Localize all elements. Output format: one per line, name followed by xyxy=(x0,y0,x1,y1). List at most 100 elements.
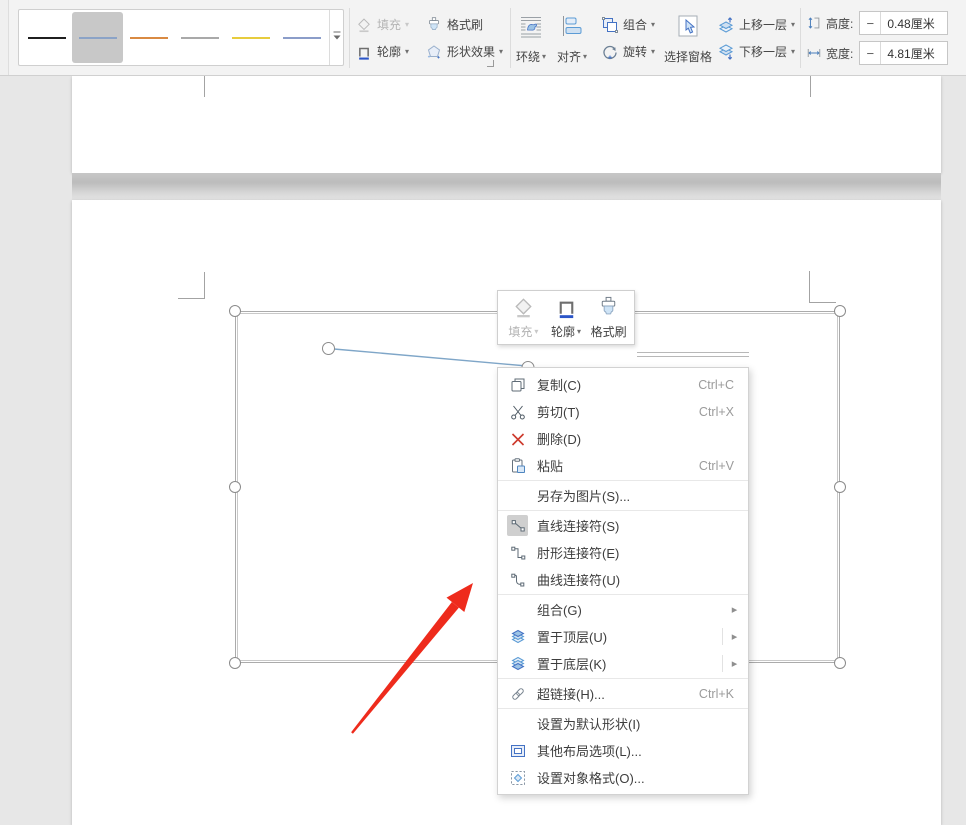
line-style-gray[interactable] xyxy=(174,12,225,63)
elbow-connector-icon xyxy=(507,542,528,563)
group-icon xyxy=(601,16,619,34)
resize-handle-middle-right[interactable] xyxy=(834,481,846,493)
format-painter-label: 格式刷 xyxy=(447,16,483,33)
margin-mark xyxy=(204,272,205,299)
menu-item-label: 超链接(H)... xyxy=(537,684,699,703)
menu-item-hyperlink[interactable]: 超链接(H)...Ctrl+K xyxy=(498,680,748,707)
paste-icon xyxy=(507,455,528,476)
width-spinner: − xyxy=(859,41,948,65)
line-style-swatches xyxy=(19,10,329,65)
menu-item-curve-connector[interactable]: 曲线连接符(U) xyxy=(498,566,748,593)
menu-item-label: 设置为默认形状(I) xyxy=(537,714,740,733)
menu-item-label: 删除(D) xyxy=(537,429,740,448)
menu-item-save-as-picture[interactable]: 另存为图片(S)... xyxy=(498,482,748,509)
rotate-button[interactable]: 旋转 ▾ xyxy=(598,39,658,64)
copy-icon xyxy=(507,374,528,395)
drawing-tools-ribbon: ▾ 填充 ▾ 轮廓 ▾ 格式刷 形状效果 ▾ xyxy=(0,0,966,76)
menu-item-bring-to-front[interactable]: 置于顶层(U)▸ xyxy=(498,623,748,650)
mini-fill-button[interactable]: 填充▾ xyxy=(502,294,545,341)
width-icon xyxy=(806,45,822,61)
menu-item-send-to-back[interactable]: 置于底层(K)▸ xyxy=(498,650,748,677)
mini-fill-label: 填充 xyxy=(508,323,532,340)
menu-item-label: 置于底层(K) xyxy=(537,654,722,673)
mini-outline-button[interactable]: 轮廓▾ xyxy=(545,294,588,341)
menu-item-label: 粘贴 xyxy=(537,456,699,475)
line-style-steel-blue[interactable] xyxy=(72,12,123,63)
menu-item-shortcut: Ctrl+C xyxy=(698,378,734,392)
menu-item-set-default-shape[interactable]: 设置为默认形状(I) xyxy=(498,710,748,737)
width-label: 宽度: xyxy=(826,45,853,62)
menu-item-shortcut: Ctrl+X xyxy=(699,405,734,419)
chevron-down-icon: ▾ xyxy=(499,48,503,56)
resize-handle-top-right[interactable] xyxy=(834,305,846,317)
ribbon-left-edge: ▾ xyxy=(0,0,9,75)
bring-forward-label: 上移一层 xyxy=(739,16,787,33)
menu-item-label: 直线连接符(S) xyxy=(537,516,740,535)
width-input[interactable] xyxy=(881,46,945,60)
format-painter-icon xyxy=(425,16,443,34)
margin-mark xyxy=(178,298,205,299)
resize-handle-top-left[interactable] xyxy=(229,305,241,317)
outline-button[interactable]: 轮廓 ▾ xyxy=(352,39,412,64)
menu-item-paste[interactable]: 粘贴Ctrl+V xyxy=(498,452,748,479)
menu-item-shortcut: Ctrl+K xyxy=(699,687,734,701)
align-icon xyxy=(559,13,585,39)
line-style-black[interactable] xyxy=(21,12,72,63)
outline-icon xyxy=(554,295,579,320)
bring-forward-button[interactable]: 上移一层 ▾ xyxy=(714,12,798,37)
resize-handle-middle-left[interactable] xyxy=(229,481,241,493)
line-style-blue[interactable] xyxy=(276,12,327,63)
selection-pane-button[interactable]: 选择窗格 xyxy=(659,10,717,68)
fill-label: 填充 xyxy=(377,16,401,33)
group-corner-mark xyxy=(487,60,494,67)
menu-item-straight-connector[interactable]: 直线连接符(S) xyxy=(498,512,748,539)
menu-item-format-object[interactable]: 设置对象格式(O)... xyxy=(498,764,748,791)
menu-separator xyxy=(498,480,748,481)
send-backward-button[interactable]: 下移一层 ▾ xyxy=(714,39,798,64)
chevron-down-icon: ▾ xyxy=(651,21,655,29)
mini-format-painter-label: 格式刷 xyxy=(591,323,627,340)
fill-button[interactable]: 填充 ▾ xyxy=(352,12,412,37)
resize-handle-bottom-right[interactable] xyxy=(834,657,846,669)
line-style-orange[interactable] xyxy=(123,12,174,63)
menu-item-copy[interactable]: 复制(C)Ctrl+C xyxy=(498,371,748,398)
selection-pane-label: 选择窗格 xyxy=(664,48,712,65)
menu-icon-placeholder xyxy=(507,599,528,620)
chevron-down-icon: ▾ xyxy=(534,328,538,336)
hyperlink-icon xyxy=(507,683,528,704)
menu-item-label: 设置对象格式(O)... xyxy=(537,768,740,787)
mini-format-painter-button[interactable]: 格式刷 xyxy=(587,294,630,341)
margin-mark xyxy=(204,76,205,97)
line-style-yellow[interactable] xyxy=(225,12,276,63)
line-style-steel-blue-line xyxy=(79,37,117,39)
wrap-button[interactable]: 环绕▾ xyxy=(508,10,554,68)
bring-forward-icon xyxy=(717,16,735,34)
selection-pane-icon xyxy=(675,13,701,39)
menu-item-delete[interactable]: 删除(D) xyxy=(498,425,748,452)
submenu-arrow-icon: ▸ xyxy=(729,603,740,616)
wrap-icon xyxy=(518,13,544,39)
menu-item-label: 另存为图片(S)... xyxy=(537,486,740,505)
gallery-more-button[interactable] xyxy=(329,10,343,65)
rotate-icon xyxy=(601,43,619,61)
delete-icon xyxy=(507,428,528,449)
menu-item-group[interactable]: 组合(G)▸ xyxy=(498,596,748,623)
align-button[interactable]: 对齐▾ xyxy=(551,10,593,68)
submenu-divider xyxy=(722,628,723,645)
margin-mark xyxy=(810,76,811,97)
width-field-row: 宽度: − xyxy=(806,40,948,66)
submenu-arrow-icon: ▸ xyxy=(729,630,740,643)
layout-options-icon xyxy=(507,740,528,761)
height-decrement-button[interactable]: − xyxy=(860,12,881,34)
group-button[interactable]: 组合 ▾ xyxy=(598,12,658,37)
resize-handle-bottom-left[interactable] xyxy=(229,657,241,669)
width-decrement-button[interactable]: − xyxy=(860,42,881,64)
height-input[interactable] xyxy=(881,16,945,30)
scissors-icon xyxy=(507,401,528,422)
menu-item-more-layout-options[interactable]: 其他布局选项(L)... xyxy=(498,737,748,764)
menu-item-elbow-connector[interactable]: 肘形连接符(E) xyxy=(498,539,748,566)
menu-item-cut[interactable]: 剪切(T)Ctrl+X xyxy=(498,398,748,425)
format-painter-button[interactable]: 格式刷 xyxy=(422,12,486,37)
wrap-label: 环绕 xyxy=(516,48,540,65)
ribbon-separator xyxy=(800,8,801,68)
